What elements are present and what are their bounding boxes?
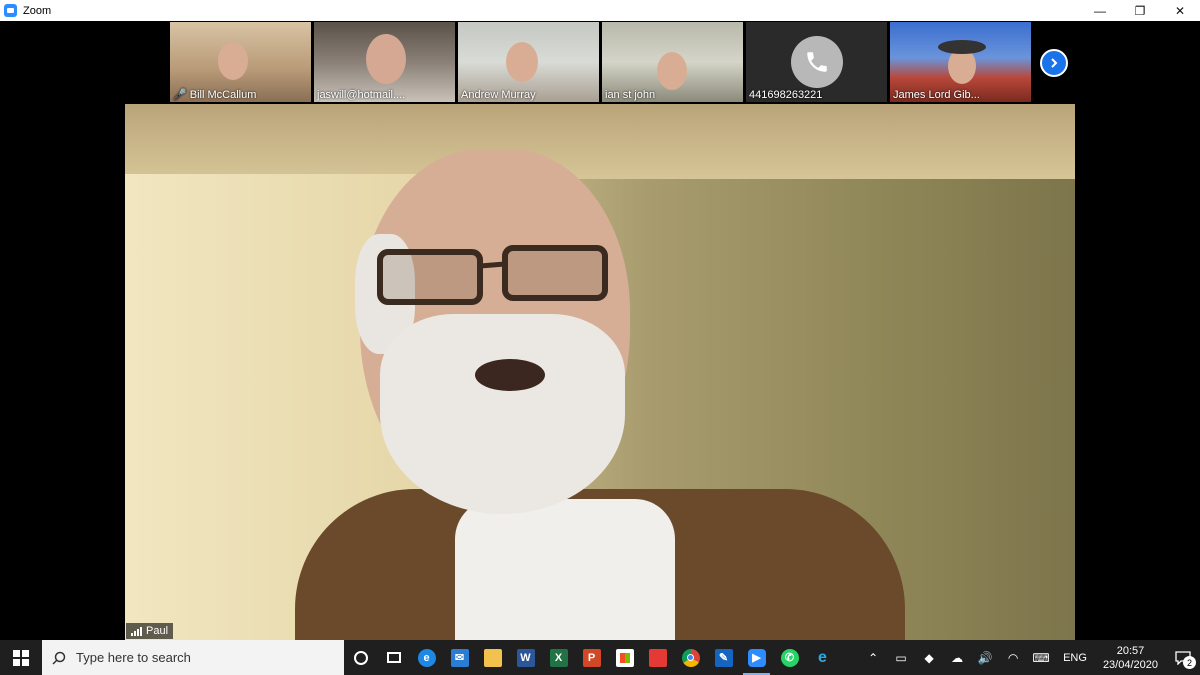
pinned-apps: e ✉ W X P ✎ ▶ ✆ e: [344, 640, 839, 675]
participant-name: 441698263221: [749, 89, 823, 101]
close-button[interactable]: ✕: [1160, 0, 1200, 21]
participant-tile[interactable]: jaswill@hotmail....: [314, 22, 455, 102]
signal-icon: [131, 626, 142, 636]
clock[interactable]: 20:57 23/04/2020: [1095, 644, 1166, 672]
edge-icon[interactable]: e: [410, 640, 443, 675]
mail-icon[interactable]: ✉: [443, 640, 476, 675]
system-tray: ⌃ ▭ ◆ ☁ 🔊 ◠ ⌨ ENG 20:57 23/04/2020 2: [859, 640, 1200, 675]
restore-button[interactable]: ❐: [1120, 0, 1160, 21]
title-bar: Zoom — ❐ ✕: [0, 0, 1200, 21]
participant-tile[interactable]: ian st john: [602, 22, 743, 102]
participant-tile[interactable]: Andrew Murray: [458, 22, 599, 102]
wifi-icon[interactable]: ◠: [999, 640, 1027, 675]
participant-name: ian st john: [605, 89, 656, 101]
dropbox-icon[interactable]: ◆: [915, 640, 943, 675]
cortana-icon[interactable]: [344, 640, 377, 675]
excel-icon[interactable]: X: [542, 640, 575, 675]
participant-tile[interactable]: James Lord Gib...: [890, 22, 1031, 102]
keyboard-icon[interactable]: ⌨: [1027, 640, 1055, 675]
participant-name: 🎤 Bill McCallum: [173, 89, 257, 101]
window-controls: — ❐ ✕: [1080, 0, 1200, 21]
glasses: [377, 245, 608, 305]
whatsapp-icon[interactable]: ✆: [773, 640, 806, 675]
hat-shape: [938, 40, 986, 54]
participant-tile[interactable]: 441698263221: [746, 22, 887, 102]
participant-video: [366, 34, 406, 84]
task-view-icon[interactable]: [377, 640, 410, 675]
participant-video: [506, 42, 538, 82]
participant-name: James Lord Gib...: [893, 89, 980, 101]
zoom-icon[interactable]: ▶: [740, 640, 773, 675]
cloud-icon[interactable]: ☁: [943, 640, 971, 675]
file-explorer-icon[interactable]: [476, 640, 509, 675]
volume-icon[interactable]: 🔊: [971, 640, 999, 675]
muted-mic-icon: 🎤: [173, 89, 187, 101]
participant-name: jaswill@hotmail....: [317, 89, 406, 101]
language-indicator[interactable]: ENG: [1055, 652, 1095, 664]
speaker-name-label: Paul: [126, 623, 174, 639]
participant-strip: 🎤 Bill McCallum jaswill@hotmail.... Andr…: [170, 22, 1031, 102]
participant-video: [657, 52, 687, 90]
red-app-icon[interactable]: [641, 640, 674, 675]
participant-tile[interactable]: 🎤 Bill McCallum: [170, 22, 311, 102]
taskbar: Type here to search e ✉ W X P ✎ ▶ ✆ e ⌃ …: [0, 640, 1200, 675]
participant-video: [218, 42, 248, 80]
next-page-button[interactable]: [1040, 49, 1068, 77]
windows-icon: [13, 649, 29, 666]
phone-icon: [791, 36, 843, 88]
search-icon: [52, 651, 66, 665]
pen-app-icon[interactable]: ✎: [707, 640, 740, 675]
chrome-icon[interactable]: [674, 640, 707, 675]
powerpoint-icon[interactable]: P: [575, 640, 608, 675]
active-speaker-video: Paul: [125, 104, 1075, 640]
zoom-app-icon: [4, 4, 17, 17]
search-input[interactable]: Type here to search: [42, 640, 344, 675]
start-button[interactable]: [0, 640, 42, 675]
window-title: Zoom: [23, 4, 52, 17]
minimize-button[interactable]: —: [1080, 0, 1120, 21]
chevron-right-icon: [1051, 58, 1058, 68]
word-icon[interactable]: W: [509, 640, 542, 675]
participant-name: Andrew Murray: [461, 89, 536, 101]
battery-icon[interactable]: ▭: [887, 640, 915, 675]
store-icon[interactable]: [608, 640, 641, 675]
notification-count: 2: [1183, 656, 1196, 669]
notification-button[interactable]: 2: [1166, 640, 1200, 675]
ie-icon[interactable]: e: [806, 640, 839, 675]
chevron-up-icon[interactable]: ⌃: [859, 640, 887, 675]
